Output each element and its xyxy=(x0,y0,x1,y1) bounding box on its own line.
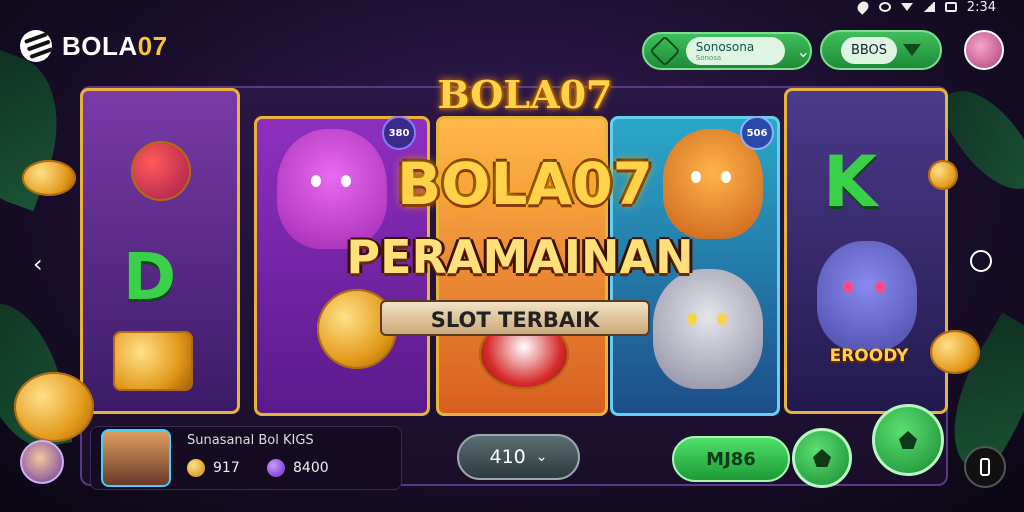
alarm-icon xyxy=(878,2,891,12)
coin-balance: 917 xyxy=(187,459,240,477)
mode-select-value: Sonosona Sonosa xyxy=(685,37,785,65)
bet-value: 410 xyxy=(489,446,526,468)
signal-icon xyxy=(922,2,935,12)
status-time: 2:34 xyxy=(966,0,996,15)
reel-badge-right: 506 xyxy=(740,116,774,150)
coin xyxy=(22,160,76,196)
mode-select[interactable]: Sonosona Sonosa ⌄ xyxy=(642,32,812,70)
house-icon xyxy=(813,449,831,467)
grey-cat-character xyxy=(653,269,763,389)
chevron-down-icon: ⌄ xyxy=(796,41,810,61)
player-card[interactable]: Sunasanal Bol KIGS 917 8400 xyxy=(90,426,402,490)
player-thumbnail xyxy=(101,429,171,487)
spin-button[interactable]: MJ86 xyxy=(672,436,790,482)
gem-balance: 8400 xyxy=(267,459,329,477)
gem-icon xyxy=(267,459,285,477)
status-bar: 2:34 xyxy=(766,0,1024,15)
coin xyxy=(131,141,191,201)
battery-icon xyxy=(944,2,957,12)
brand-logo[interactable]: BOLA07 xyxy=(20,30,168,62)
chevron-down-icon: ⌄ xyxy=(535,449,548,465)
arrow-down-icon xyxy=(903,44,922,56)
top-action-label: BBOS xyxy=(840,36,898,64)
coin xyxy=(14,372,94,442)
blue-wolf-character xyxy=(817,241,917,351)
next-circle-icon[interactable] xyxy=(970,250,992,272)
emblem-text: EROODY xyxy=(829,346,909,366)
bet-select[interactable]: 410 ⌄ xyxy=(457,434,580,480)
coin-value: 917 xyxy=(213,460,240,476)
top-action-button[interactable]: BBOS xyxy=(820,30,942,70)
crown-title: BOLA07 xyxy=(437,72,613,117)
autoplay-button[interactable] xyxy=(872,404,944,476)
previous-arrow-icon[interactable]: ‹ xyxy=(33,250,43,278)
sub-title: PERAMAINAN xyxy=(346,230,694,284)
location-icon xyxy=(855,0,871,15)
player-name: Sunasanal Bol KIGS xyxy=(187,433,314,448)
wifi-icon xyxy=(900,3,913,11)
coin xyxy=(930,330,980,374)
main-title: BOLA07 xyxy=(396,150,654,218)
gear-icon xyxy=(899,431,917,449)
category-icon xyxy=(649,35,681,67)
profile-avatar[interactable] xyxy=(964,30,1004,70)
coin xyxy=(928,160,958,190)
reel-panel-1: D xyxy=(80,88,240,414)
favorite-button[interactable] xyxy=(792,428,852,488)
reel-badge-left: 380 xyxy=(382,116,416,150)
ball-logo-icon xyxy=(20,30,52,62)
user-avatar[interactable] xyxy=(20,440,64,484)
reel-symbol-k: K xyxy=(823,141,878,223)
reel-symbol-d: D xyxy=(123,241,177,315)
brand-name: BOLA07 xyxy=(62,30,168,61)
tagline: SLOT TERBAIK xyxy=(380,300,650,336)
coin xyxy=(113,331,193,391)
phone-icon[interactable] xyxy=(964,446,1006,488)
coin-icon xyxy=(187,459,205,477)
gem-value: 8400 xyxy=(293,460,329,476)
